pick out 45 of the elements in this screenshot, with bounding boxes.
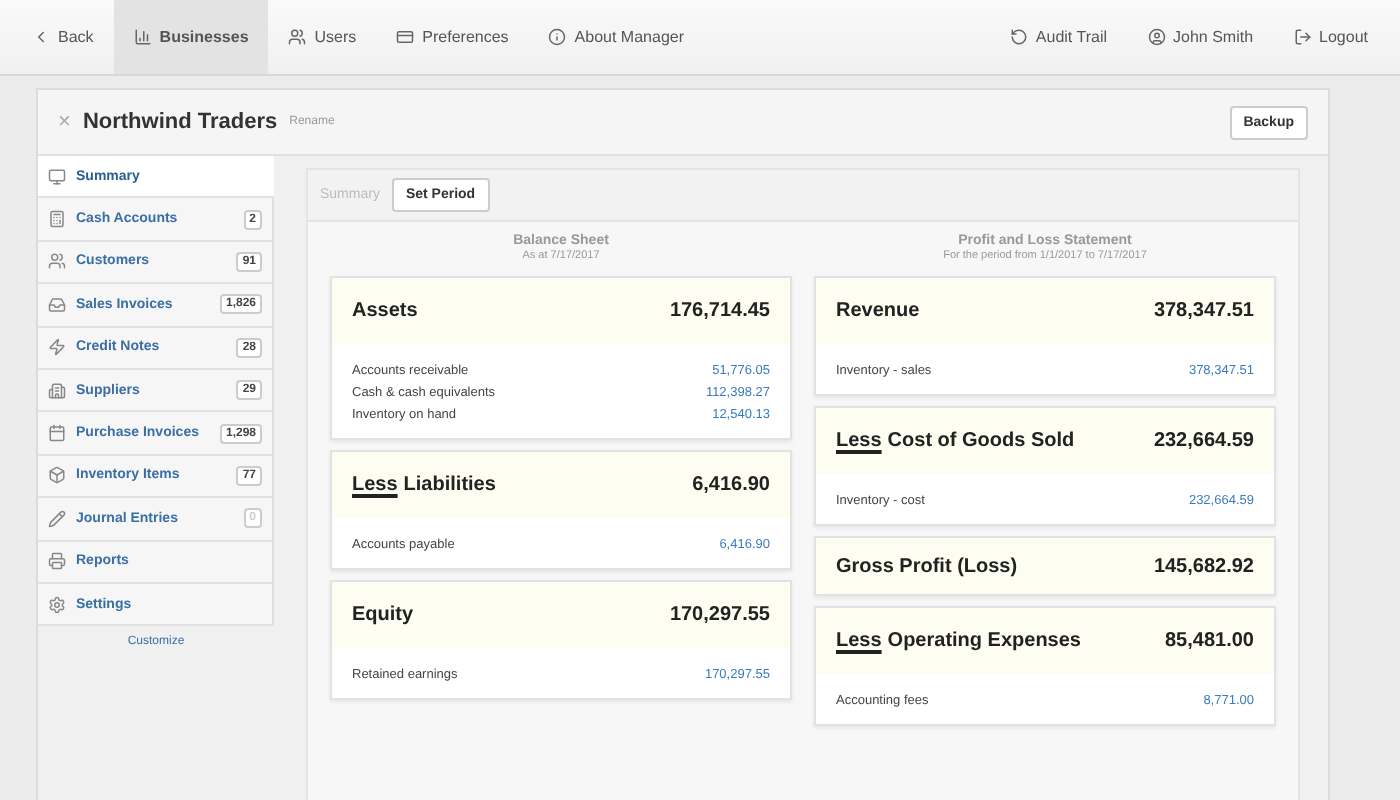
info-icon [548,28,567,46]
card-total: 6,416.90 [692,474,770,496]
business-name: Northwind Traders [82,110,278,134]
settings-icon [48,595,66,614]
less-label: Less [352,474,398,496]
card-title: Operating Expenses [887,630,1081,652]
nav-link[interactable]: Users [268,0,377,74]
nav-link[interactable]: John Smith [1127,0,1274,74]
card-icon [396,28,415,46]
card-title: Revenue [836,300,920,322]
back-icon [32,28,50,46]
box-icon [48,466,66,485]
card-total: 145,682.92 [1153,555,1254,577]
nav-link[interactable]: Back [12,0,114,74]
inbox-icon [48,295,66,314]
monitor-icon [48,167,66,186]
history-icon [1009,28,1028,46]
card-title: Liabilities [403,474,496,496]
card-total: 170,297.55 [669,604,770,626]
card-title: Cost of Goods Sold [887,430,1075,452]
nav-link[interactable]: Preferences [376,0,529,74]
pencil-icon [48,509,66,528]
user-icon [1147,28,1165,46]
users-icon [48,252,66,271]
nav-link[interactable]: About Manager [528,0,704,74]
lightning-icon [48,338,66,357]
users-icon [288,28,307,46]
card-total: 232,664.59 [1153,430,1254,452]
nav-link[interactable]: Businesses [113,0,269,74]
less-label: Less [836,430,882,452]
logout-icon [1293,28,1312,46]
building-icon [48,381,66,400]
calendar-icon [48,424,66,443]
nav-link[interactable]: Logout [1273,0,1388,74]
card-total: 176,714.45 [669,300,770,322]
less-label: Less [836,630,882,652]
card-title: Assets [352,300,418,322]
card-title: Equity [352,604,414,626]
card-total: 378,347.51 [1153,300,1254,322]
bar-chart-icon [133,28,152,46]
card-title: Gross Profit (Loss) [836,555,1018,577]
calculator-icon [48,210,66,229]
card-total: 85,481.00 [1165,630,1254,652]
nav-link[interactable]: Audit Trail [989,0,1127,74]
printer-icon [48,552,66,571]
